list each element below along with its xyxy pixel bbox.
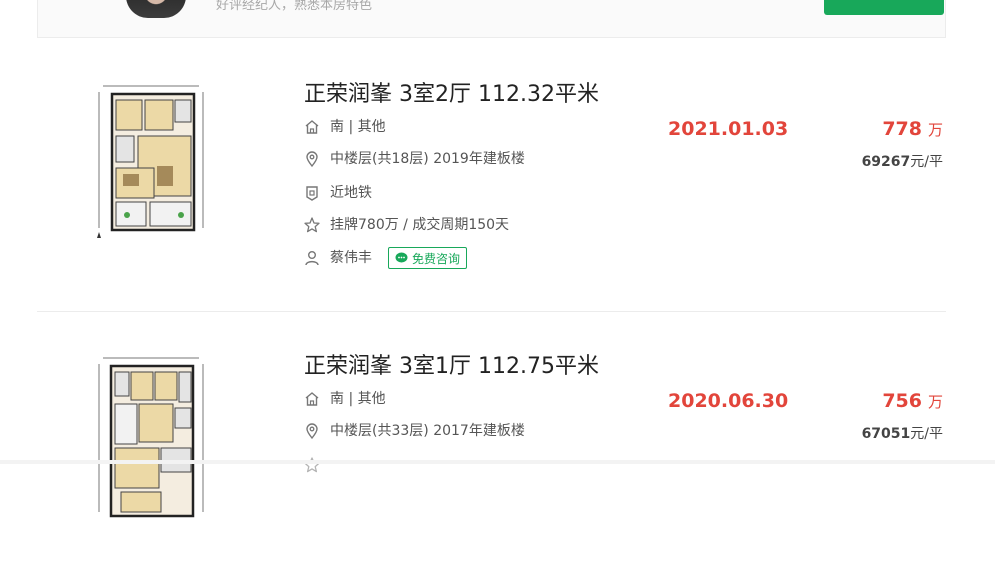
person-icon	[305, 251, 319, 266]
orientation-row: 南 | 其他	[303, 117, 386, 137]
star-icon	[304, 217, 320, 233]
total-price-unit: 万	[927, 121, 943, 139]
deal-date: 2020.06.30	[668, 390, 789, 412]
tag-text: 近地铁	[330, 185, 372, 201]
listing-title[interactable]: 正荣润峯 3室2厅 112.32平米	[304, 76, 599, 108]
total-price: 756 万	[882, 390, 943, 412]
subway-tag-icon	[306, 186, 318, 201]
consult-button-label: 免费咨询	[412, 251, 461, 266]
house-icon	[305, 392, 319, 406]
unit-price: 69267元/平	[862, 151, 943, 171]
chat-bubble-icon	[395, 252, 408, 263]
orientation-row: 南 | 其他	[303, 389, 386, 409]
viewport-bottom-edge	[0, 460, 995, 464]
floor-row: 中楼层(共33层) 2017年建板楼	[303, 421, 525, 441]
deal-row: 挂牌780万 / 成交周期150天	[303, 215, 509, 235]
total-price-unit: 万	[927, 393, 943, 411]
agent-row: 蔡伟丰 免费咨询	[303, 247, 468, 269]
floor-text: 中楼层(共18层) 2019年建板楼	[330, 151, 525, 167]
total-price: 778 万	[882, 118, 943, 140]
agent-tagline: 好评经纪人，熟悉本房特色	[216, 0, 373, 13]
listing-title[interactable]: 正荣润峯 3室1厅 112.75平米	[304, 348, 599, 380]
unit-price-suffix: 元/平	[910, 426, 943, 442]
agent-name[interactable]: 蔡伟丰	[330, 248, 372, 268]
agent-contact-button[interactable]	[824, 0, 944, 15]
unit-price-value: 69267	[861, 154, 911, 170]
orientation-text: 南 | 其他	[330, 119, 386, 135]
agent-card: 好评经纪人，熟悉本房特色	[37, 0, 946, 38]
floor-text: 中楼层(共33层) 2017年建板楼	[330, 423, 525, 439]
tag-row: 近地铁	[303, 183, 372, 203]
unit-price: 67051元/平	[862, 423, 943, 443]
house-icon	[305, 120, 319, 134]
orientation-text: 南 | 其他	[330, 391, 386, 407]
listing-item[interactable]: 正荣润峯 3室1厅 112.75平米 南 | 其他 中楼层(共33层) 2017…	[37, 311, 946, 584]
total-price-value: 756	[882, 390, 922, 412]
agent-photo	[126, 0, 186, 18]
deal-date: 2021.01.03	[668, 118, 789, 140]
location-pin-icon	[306, 423, 318, 440]
deal-row-partial	[303, 455, 330, 475]
consult-button[interactable]: 免费咨询	[388, 247, 468, 269]
deal-text: 挂牌780万 / 成交周期150天	[330, 217, 510, 233]
total-price-value: 778	[882, 118, 922, 140]
unit-price-suffix: 元/平	[910, 154, 943, 170]
location-pin-icon	[306, 151, 318, 168]
floorplan-image[interactable]	[95, 352, 211, 520]
floorplan-image[interactable]	[95, 78, 211, 246]
star-icon	[304, 457, 320, 473]
floor-row: 中楼层(共18层) 2019年建板楼	[303, 149, 525, 169]
unit-price-value: 67051	[861, 426, 911, 442]
listing-item[interactable]: 正荣润峯 3室2厅 112.32平米 南 | 其他 中楼层(共18层) 2019…	[37, 38, 946, 310]
